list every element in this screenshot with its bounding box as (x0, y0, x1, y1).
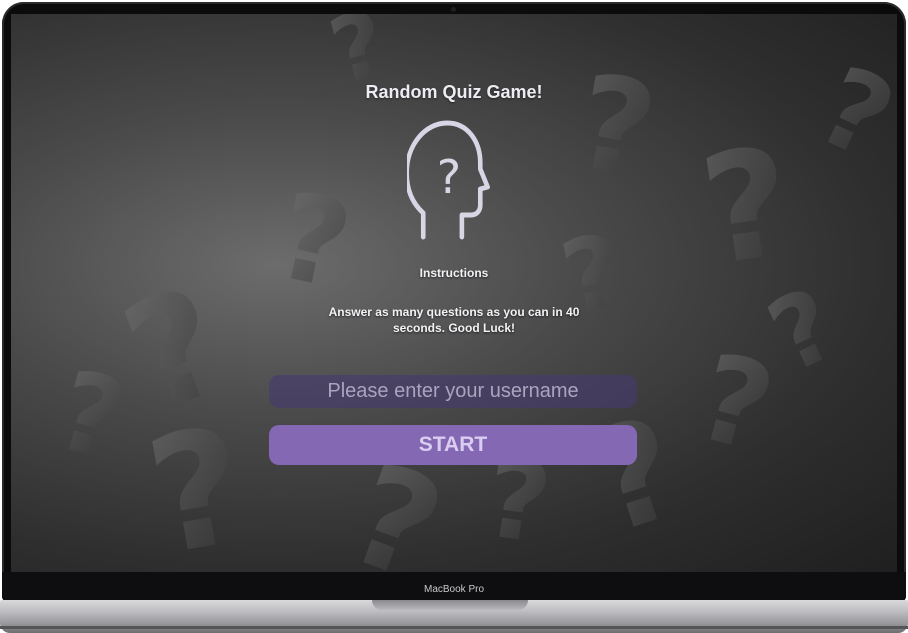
page-title: Random Quiz Game! (365, 82, 543, 102)
username-input[interactable] (269, 375, 637, 408)
laptop-base-edge (0, 626, 908, 629)
device-label: MacBook Pro (423, 584, 485, 595)
svg-text:?: ? (566, 45, 667, 208)
app-screen: ? ? ? ? ? ? ? ? ? ? ? ? ? ? Random Quiz … (11, 14, 897, 572)
svg-text:?: ? (683, 328, 786, 480)
svg-text:?: ? (571, 386, 699, 566)
laptop-frame: ? ? ? ? ? ? ? ? ? ? ? ? ? ? Random Quiz … (0, 0, 908, 633)
instructions-text: Answer as many questions as you can in 4… (328, 305, 580, 335)
instructions-heading: Instructions (419, 266, 489, 280)
svg-text:?: ? (437, 150, 461, 204)
start-button[interactable]: START (269, 425, 637, 465)
svg-text:?: ? (265, 166, 362, 316)
svg-text:?: ? (44, 345, 139, 485)
laptop-notch (372, 600, 528, 610)
head-question-icon: ? (407, 120, 490, 240)
svg-text:?: ? (800, 42, 897, 185)
camera-icon (451, 7, 456, 12)
